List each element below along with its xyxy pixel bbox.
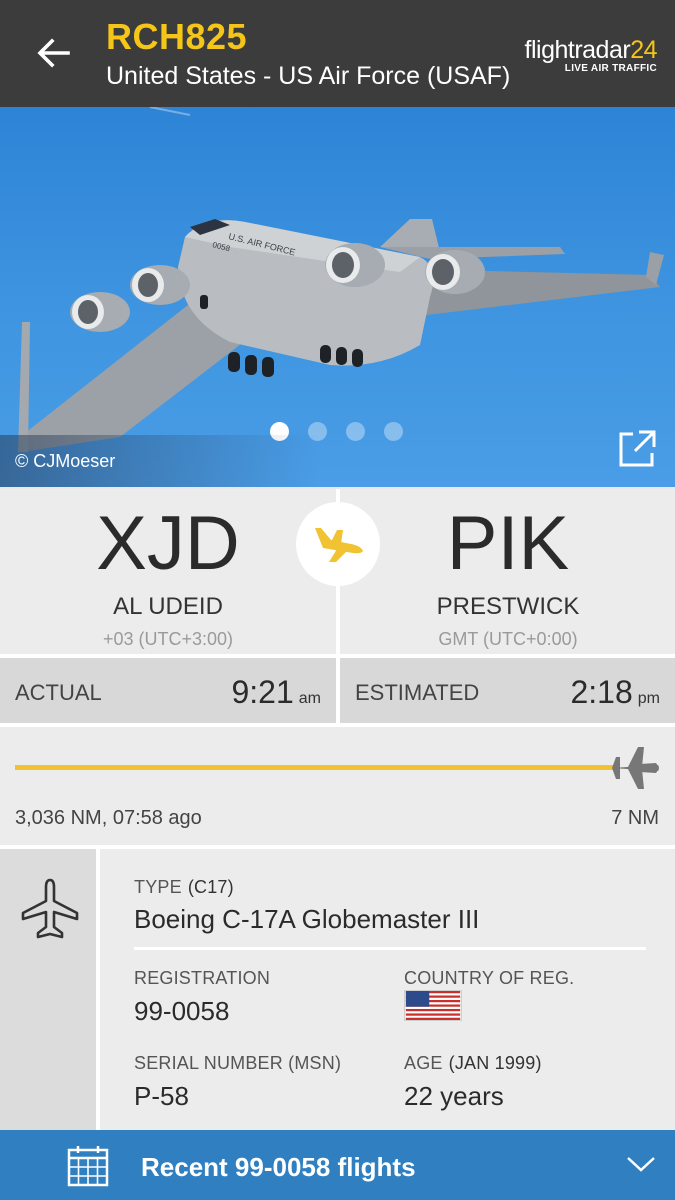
app-header: RCH825 United States - US Air Force (USA… [0,0,675,107]
page-dot[interactable] [346,422,365,441]
calendar-icon [67,1146,109,1187]
flight-progress: 3,036 NM, 07:58 ago 7 NM [0,723,675,845]
plane-landing-icon [315,528,363,562]
origin-iata: XJD [96,501,240,586]
destination-city: PRESTWICK [436,593,580,620]
progress-fill [15,765,614,770]
type-value: Boeing C-17A Globemaster III [134,904,480,934]
landing-badge [296,502,380,586]
estimated-label: ESTIMATED [355,680,480,705]
registration-value: 99-0058 [134,996,230,1026]
distance-flown: 3,036 NM, 07:58 ago [15,807,202,829]
destination-iata: PIK [446,501,570,586]
type-label: TYPE (C17) [134,877,234,897]
aircraft-info-sidebar [0,849,100,1134]
msn-label: SERIAL NUMBER (MSN) [134,1053,342,1073]
recent-flights-bar[interactable]: Recent 99-0058 flights [0,1130,675,1200]
actual-time: 9:21 am [231,674,321,710]
estimated-arrival: ESTIMATED 2:18 pm [340,658,675,723]
age-value: 22 years [404,1081,504,1111]
brand-name: flightradar24 [524,36,658,64]
brand-logo: flightradar24 LIVE AIR TRAFFIC [524,36,658,74]
progress-track [15,765,615,770]
chevron-down-icon[interactable] [626,1154,656,1174]
flight-callsign: RCH825 [106,16,248,57]
external-link-icon[interactable] [617,429,657,469]
age-label: AGE (JAN 1999) [404,1053,542,1073]
times-row: ACTUAL 9:21 am ESTIMATED 2:18 pm [0,654,675,723]
page-dot[interactable] [384,422,403,441]
back-button[interactable] [30,30,76,76]
destination-airport[interactable]: PIK PRESTWICK GMT (UTC+0:00) [340,489,675,650]
origin-airport[interactable]: XJD AL UDEID +03 (UTC+3:00) [0,489,336,650]
airplane-icon [21,878,79,939]
recent-flights-label: Recent 99-0058 flights [141,1152,416,1182]
aircraft-photo[interactable]: U.S. AIR FORCE 0058 © CJMoeser [0,107,675,487]
estimated-time: 2:18 pm [570,674,660,710]
actual-label: ACTUAL [15,680,102,705]
msn-value: P-58 [134,1081,189,1111]
arrow-left-icon [37,38,70,68]
photo-credit: © CJMoeser [15,451,116,471]
photo-credit-bar: © CJMoeser [0,435,320,487]
flight-operator: United States - US Air Force (USAF) [106,62,511,90]
registration-label: REGISTRATION [134,968,271,988]
us-flag-icon [404,990,462,1021]
info-divider [134,947,646,950]
origin-timezone: +03 (UTC+3:00) [102,629,234,649]
aircraft-info-panel: TYPE (C17) Boeing C-17A Globemaster III R… [0,845,675,1134]
actual-departure: ACTUAL 9:21 am [0,658,336,723]
country-label: COUNTRY OF REG. [404,968,575,988]
plane-icon [612,747,659,789]
destination-timezone: GMT (UTC+0:00) [438,629,578,649]
distance-remaining: 7 NM [611,807,659,829]
origin-city: AL UDEID [113,593,223,620]
